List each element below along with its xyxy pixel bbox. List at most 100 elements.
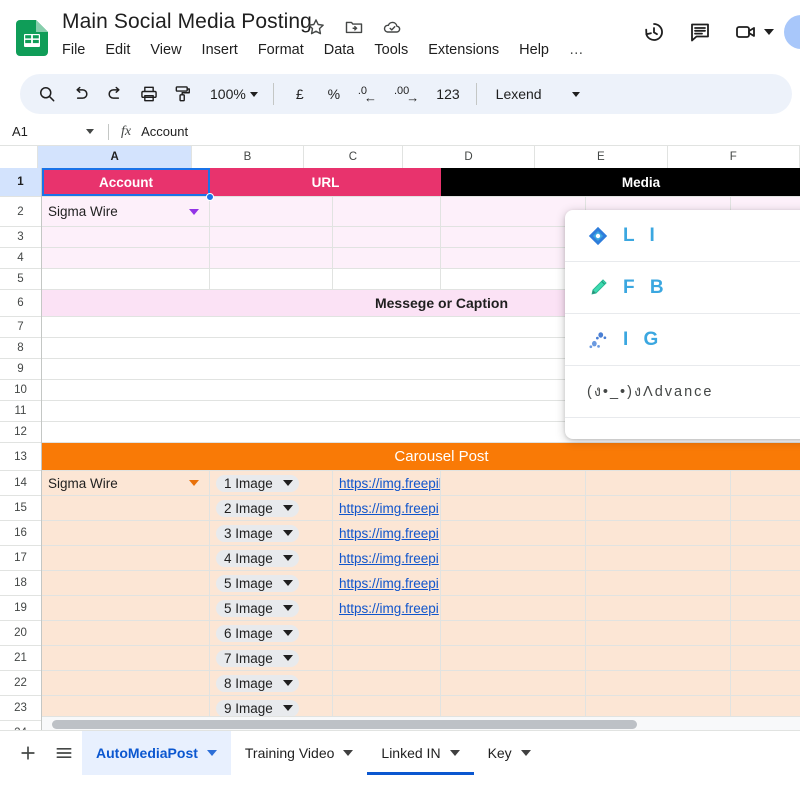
dropdown-arrow-icon[interactable]	[189, 208, 199, 215]
row-header-11[interactable]: 11	[0, 401, 41, 422]
column-header-b[interactable]: B	[191, 146, 305, 168]
cell-c22[interactable]	[333, 671, 441, 695]
cell-e19[interactable]	[586, 596, 731, 620]
cell-b14-image-chip[interactable]: 1 Image	[210, 471, 333, 495]
cell-f14[interactable]	[731, 471, 800, 495]
column-header-a[interactable]: A	[38, 146, 192, 168]
sheet-tab-linked-in[interactable]: Linked IN	[367, 731, 473, 775]
cell-f17[interactable]	[731, 546, 800, 570]
menu-item-file[interactable]: File	[62, 42, 85, 58]
cell-a20[interactable]	[42, 621, 210, 645]
all-sheets-button[interactable]	[46, 735, 82, 771]
cell-a16[interactable]	[42, 521, 210, 545]
print-button[interactable]	[134, 79, 164, 109]
image-count-chip[interactable]: 4 Image	[216, 549, 299, 567]
menu-item-extensions[interactable]: Extensions	[428, 42, 499, 58]
row-header-7[interactable]: 7	[0, 317, 41, 338]
font-selector[interactable]: Lexend	[488, 79, 585, 109]
cell-e18[interactable]	[586, 571, 731, 595]
cell-c20[interactable]	[333, 621, 441, 645]
row-header-22[interactable]: 22	[0, 671, 41, 696]
social-network-popup-menu[interactable]: L I F B I G (ง•_•)งΛdvance	[565, 210, 800, 439]
cell-b22-image-chip[interactable]: 8 Image	[210, 671, 333, 695]
row-header-1[interactable]: 1	[0, 168, 41, 197]
decrease-decimal-button[interactable]: .0 ←	[353, 79, 385, 109]
cell-e15[interactable]	[586, 496, 731, 520]
popup-item-facebook[interactable]: F B	[565, 262, 800, 314]
image-count-chip[interactable]: 7 Image	[216, 649, 299, 667]
cell-f19[interactable]	[731, 596, 800, 620]
cell-e22[interactable]	[586, 671, 731, 695]
popup-item-instagram[interactable]: I G	[565, 314, 800, 366]
cell-c5[interactable]	[333, 269, 441, 289]
cell-c14-url[interactable]: https://img.freepik	[333, 471, 441, 495]
cell-a14-account[interactable]: Sigma Wire	[42, 471, 210, 495]
row-header-24[interactable]: 24	[0, 721, 41, 730]
version-history-button[interactable]	[634, 12, 674, 52]
menu-item-tools[interactable]: Tools	[374, 42, 408, 58]
cell-e14[interactable]	[586, 471, 731, 495]
cell-c19-url[interactable]: https://img.freepi	[333, 596, 441, 620]
percent-format-button[interactable]: %	[319, 79, 349, 109]
cell-c18-url[interactable]: https://img.freepi	[333, 571, 441, 595]
add-sheet-button[interactable]	[10, 735, 46, 771]
row-header-15[interactable]: 15	[0, 496, 41, 521]
selection-handle[interactable]	[206, 193, 214, 201]
move-to-folder-icon[interactable]	[344, 17, 364, 37]
menu-item-view[interactable]: View	[150, 42, 181, 58]
image-count-chip[interactable]: 8 Image	[216, 674, 299, 692]
cell-d15[interactable]	[441, 496, 586, 520]
cell-a5[interactable]	[42, 269, 210, 289]
image-url-link[interactable]: https://img.freepi	[339, 576, 439, 591]
row-header-10[interactable]: 10	[0, 380, 41, 401]
row-header-19[interactable]: 19	[0, 596, 41, 621]
horizontal-scrollbar[interactable]	[42, 716, 800, 730]
column-header-d[interactable]: D	[402, 146, 536, 168]
cell-d14[interactable]	[441, 471, 586, 495]
menu-item-edit[interactable]: Edit	[105, 42, 130, 58]
chevron-down-icon[interactable]	[520, 749, 531, 756]
menu-item-help[interactable]: Help	[519, 42, 549, 58]
cell-a19[interactable]	[42, 596, 210, 620]
cell-b18-image-chip[interactable]: 5 Image	[210, 571, 333, 595]
cell-b5[interactable]	[210, 269, 333, 289]
cell-b3[interactable]	[210, 227, 333, 247]
row-header-21[interactable]: 21	[0, 646, 41, 671]
cell-e20[interactable]	[586, 621, 731, 645]
select-all-corner[interactable]	[0, 146, 39, 168]
image-url-link[interactable]: https://img.freepi	[339, 551, 439, 566]
row-header-6[interactable]: 6	[0, 290, 41, 317]
cell-b1-url[interactable]: URL	[210, 168, 441, 196]
cell-b15-image-chip[interactable]: 2 Image	[210, 496, 333, 520]
cell-f20[interactable]	[731, 621, 800, 645]
popup-item-empty[interactable]	[565, 418, 800, 439]
cell-c15-url[interactable]: https://img.freepi	[333, 496, 441, 520]
cell-b19-image-chip[interactable]: 5 Image	[210, 596, 333, 620]
cell-b20-image-chip[interactable]: 6 Image	[210, 621, 333, 645]
chevron-down-icon[interactable]	[449, 749, 460, 756]
chevron-down-icon[interactable]	[206, 749, 217, 756]
cell-d18[interactable]	[441, 571, 586, 595]
cell-d20[interactable]	[441, 621, 586, 645]
menu-item-insert[interactable]: Insert	[202, 42, 238, 58]
increase-decimal-button[interactable]: .00 →	[389, 79, 427, 109]
cell-c4[interactable]	[333, 248, 441, 268]
row-header-8[interactable]: 8	[0, 338, 41, 359]
row-header-16[interactable]: 16	[0, 521, 41, 546]
chevron-down-icon[interactable]	[343, 749, 354, 756]
column-header-f[interactable]: F	[667, 146, 800, 168]
cell-e17[interactable]	[586, 546, 731, 570]
popup-item-linkedin[interactable]: L I	[565, 210, 800, 262]
cell-b21-image-chip[interactable]: 7 Image	[210, 646, 333, 670]
image-url-link[interactable]: https://img.freepi	[339, 526, 439, 541]
cell-f15[interactable]	[731, 496, 800, 520]
cell-c16-url[interactable]: https://img.freepi	[333, 521, 441, 545]
row-header-12[interactable]: 12	[0, 422, 41, 443]
cell-c2[interactable]	[333, 197, 441, 226]
cell-c3[interactable]	[333, 227, 441, 247]
more-formats-button[interactable]: 123	[431, 79, 464, 109]
paint-format-button[interactable]	[168, 79, 198, 109]
image-url-link[interactable]: https://img.freepi	[339, 601, 439, 616]
cell-f18[interactable]	[731, 571, 800, 595]
column-header-e[interactable]: E	[535, 146, 668, 168]
